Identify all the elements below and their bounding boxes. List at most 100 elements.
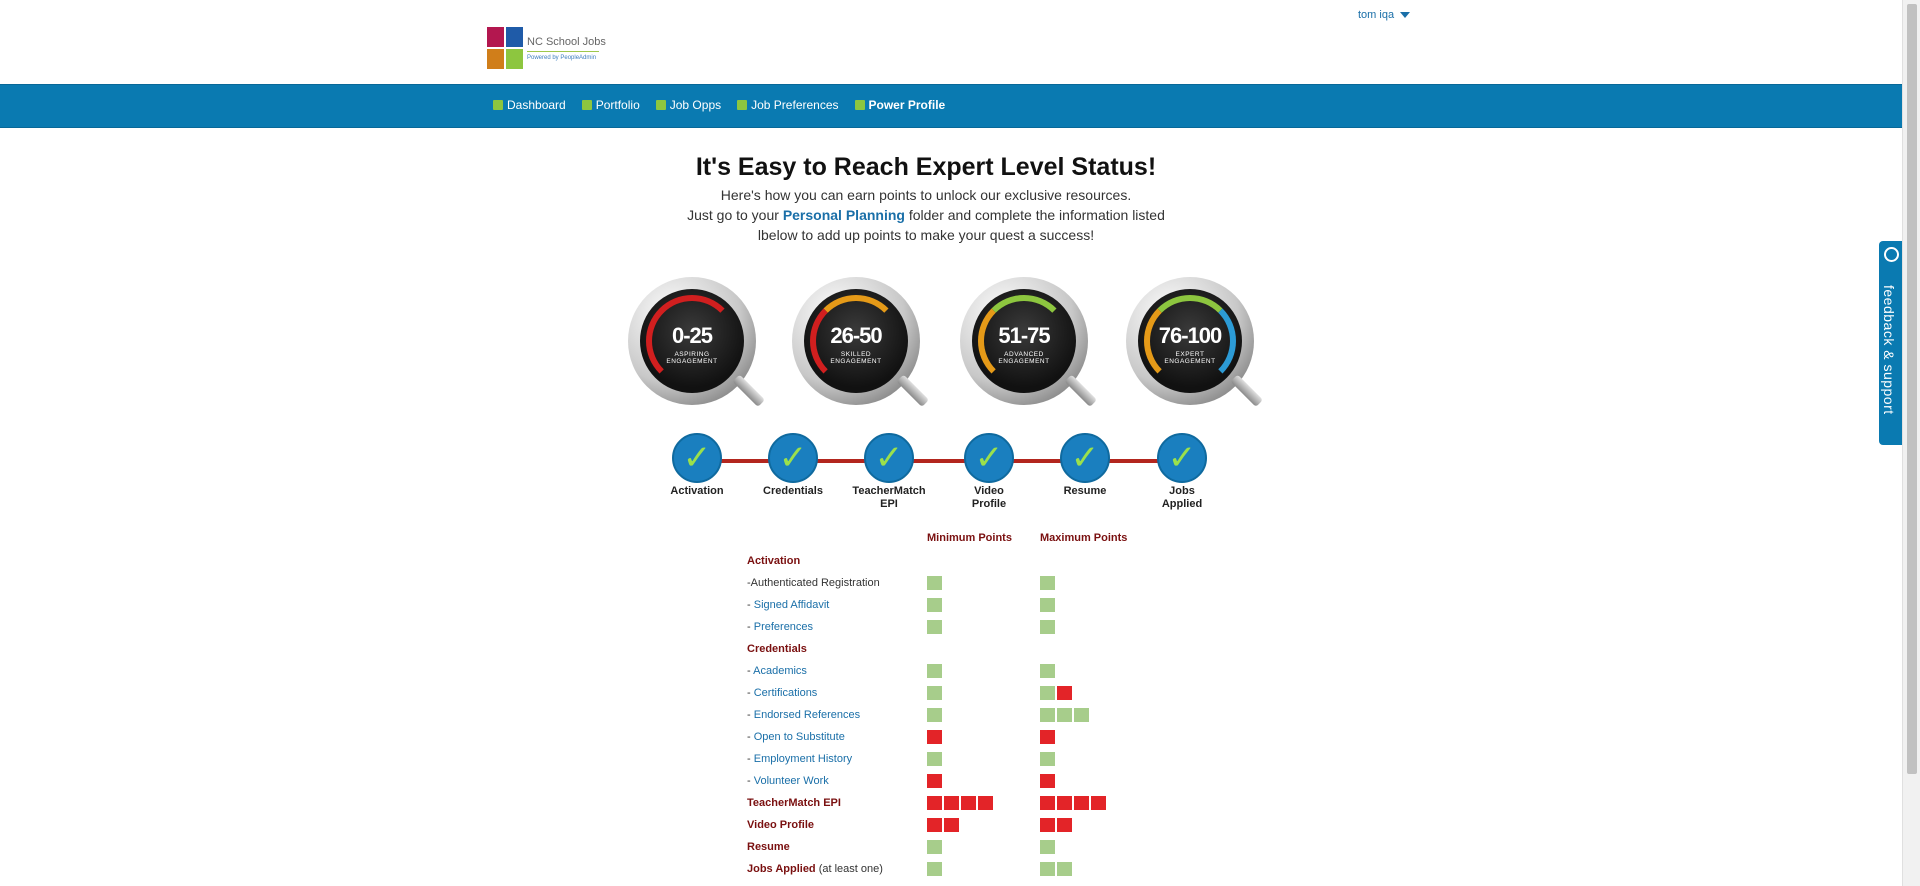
- min-points: [927, 730, 944, 744]
- row-label[interactable]: - Employment History: [747, 752, 852, 766]
- row-link[interactable]: Volunteer Work: [754, 775, 829, 787]
- row-label-text: TeacherMatch EPI: [747, 797, 841, 809]
- nav-item-job-preferences[interactable]: Job Preferences: [737, 98, 839, 112]
- point-missing-box: [961, 796, 976, 810]
- min-points: [927, 796, 995, 810]
- main-navigation: Dashboard Portfolio Job Opps Job Prefere…: [0, 84, 1902, 128]
- row-label[interactable]: - Volunteer Work: [747, 774, 829, 788]
- point-earned-box: [927, 686, 942, 700]
- magnifier-handle: [896, 374, 929, 407]
- nav-item-label[interactable]: Power Profile: [869, 98, 946, 112]
- row-dash: -: [747, 775, 754, 787]
- point-earned-box: [1040, 686, 1055, 700]
- check-circle-icon: ✓: [672, 433, 722, 483]
- max-points: [1040, 818, 1074, 832]
- gauge-range: 26-50: [830, 323, 882, 348]
- row-link[interactable]: Certifications: [754, 687, 818, 699]
- point-earned-box: [1040, 708, 1055, 722]
- row-label[interactable]: - Open to Substitute: [747, 730, 845, 744]
- step-resume: ✓ Resume: [1040, 433, 1130, 498]
- point-missing-box: [1040, 796, 1055, 810]
- caret-down-icon[interactable]: [1400, 12, 1411, 18]
- row-label-text: Resume: [747, 841, 790, 853]
- nav-item-label[interactable]: Dashboard: [507, 98, 566, 112]
- gauge-advanced: 51-75 ADVANCED ENGAGEMENT: [960, 277, 1100, 413]
- table-row: - Certifications: [747, 686, 1197, 704]
- row-label[interactable]: - Certifications: [747, 686, 817, 700]
- personal-planning-link[interactable]: Personal Planning: [783, 207, 905, 223]
- min-points: [927, 818, 961, 832]
- nav-item-portfolio[interactable]: Portfolio: [581, 98, 640, 112]
- table-row: -Authenticated Registration: [747, 576, 1197, 594]
- table-row: - Volunteer Work: [747, 774, 1197, 792]
- nc-school-jobs-logo[interactable]: NC School Jobs Powered by PeopleAdmin: [487, 27, 606, 69]
- row-label: Jobs Applied (at least one): [747, 862, 883, 876]
- nav-item-dashboard[interactable]: Dashboard: [493, 98, 566, 112]
- row-label: Video Profile: [747, 818, 814, 832]
- row-label-text: Jobs Applied: [747, 863, 816, 875]
- row-note: (at least one): [815, 863, 883, 875]
- point-missing-box: [1057, 796, 1072, 810]
- row-link[interactable]: Employment History: [754, 753, 852, 765]
- table-row: - Employment History: [747, 752, 1197, 770]
- point-missing-box: [1091, 796, 1106, 810]
- magnifier-handle: [732, 374, 765, 407]
- min-points: [927, 576, 944, 590]
- user-menu[interactable]: tom iqa: [1358, 9, 1411, 21]
- page-title: It's Easy to Reach Expert Level Status!: [695, 153, 1157, 181]
- feedback-support-tab[interactable]: feedback & support: [1879, 241, 1904, 445]
- point-earned-box: [1040, 862, 1055, 876]
- hero-line-3: lbelow to add up points to make your que…: [757, 227, 1095, 243]
- nav-item-label[interactable]: Job Opps: [670, 98, 721, 112]
- row-dash: -: [747, 709, 754, 721]
- row-label-text: Credentials: [747, 643, 807, 655]
- gauge-caption: SKILLED ENGAGEMENT: [830, 351, 882, 365]
- square-bullet-icon: [655, 100, 666, 110]
- row-label: Resume: [747, 840, 790, 854]
- square-bullet-icon: [581, 100, 592, 110]
- nav-item-label[interactable]: Job Preferences: [751, 98, 838, 112]
- max-points-header: Maximum Points: [1040, 532, 1128, 544]
- check-circle-icon: ✓: [1157, 433, 1207, 483]
- table-row: - Open to Substitute: [747, 730, 1197, 748]
- nav-item-label[interactable]: Portfolio: [596, 98, 640, 112]
- point-missing-box: [927, 818, 942, 832]
- row-label[interactable]: - Preferences: [747, 620, 813, 634]
- row-link[interactable]: Endorsed References: [754, 709, 860, 721]
- step-label: TeacherMatch EPI: [852, 485, 926, 510]
- row-link[interactable]: Preferences: [754, 621, 813, 633]
- row-link[interactable]: Open to Substitute: [754, 731, 845, 743]
- point-earned-box: [1040, 576, 1055, 590]
- megaphone-icon[interactable]: [1884, 247, 1899, 262]
- row-label[interactable]: - Academics: [747, 664, 807, 678]
- step-credentials: ✓ Credentials: [748, 433, 838, 498]
- point-missing-box: [927, 796, 942, 810]
- min-points: [927, 752, 944, 766]
- step-teachermatch-epi: ✓ TeacherMatch EPI: [844, 433, 934, 511]
- point-earned-box: [927, 664, 942, 678]
- gauge-caption: ADVANCED ENGAGEMENT: [998, 351, 1050, 365]
- point-earned-box: [1040, 840, 1055, 854]
- point-earned-box: [1040, 664, 1055, 678]
- nav-item-power-profile[interactable]: Power Profile: [854, 98, 946, 112]
- point-earned-box: [927, 840, 942, 854]
- table-row: Activation: [747, 554, 1197, 572]
- table-row: Jobs Applied (at least one): [747, 862, 1197, 880]
- magnifier-handle: [1064, 374, 1097, 407]
- gauge-expert: 76-100 EXPERT ENGAGEMENT: [1126, 277, 1266, 413]
- row-link[interactable]: Academics: [753, 665, 807, 677]
- nav-item-job-opps[interactable]: Job Opps: [655, 98, 721, 112]
- min-points: [927, 620, 944, 634]
- table-row: TeacherMatch EPI: [747, 796, 1197, 814]
- row-label[interactable]: - Signed Affidavit: [747, 598, 829, 612]
- scrollbar-thumb[interactable]: [1907, 4, 1917, 774]
- vertical-scrollbar[interactable]: [1902, 0, 1920, 886]
- feedback-label[interactable]: feedback & support: [1881, 285, 1897, 415]
- gauge-caption: ASPIRING ENGAGEMENT: [666, 351, 718, 365]
- step-label: Resume: [1063, 485, 1107, 497]
- row-link[interactable]: Signed Affidavit: [754, 599, 830, 611]
- hero-line-2: Just go to your Personal Planning folder…: [0, 207, 1852, 223]
- point-missing-box: [1040, 730, 1055, 744]
- user-name[interactable]: tom iqa: [1358, 9, 1394, 21]
- row-label[interactable]: - Endorsed References: [747, 708, 860, 722]
